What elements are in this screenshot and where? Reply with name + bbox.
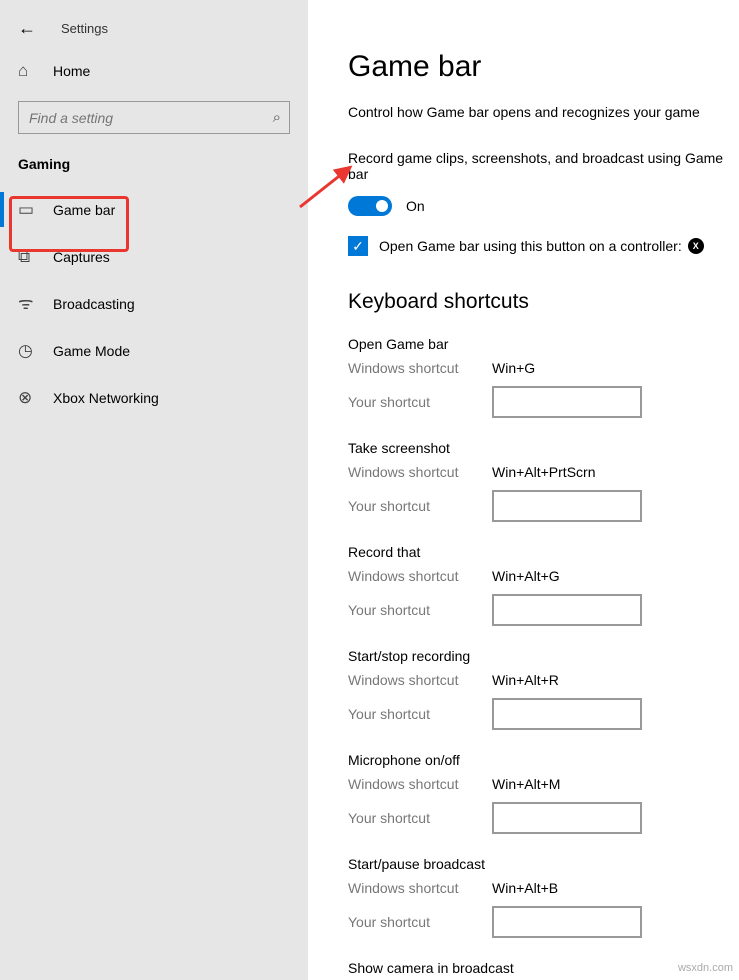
sidebar-item-game-mode[interactable]: ◷ Game Mode xyxy=(0,327,308,374)
xbox-icon: ⊗ xyxy=(18,389,38,406)
sidebar-item-label: Game Mode xyxy=(53,343,130,359)
page-description: Control how Game bar opens and recognize… xyxy=(348,104,739,120)
search-input[interactable] xyxy=(29,110,273,126)
win-shortcut-label: Windows shortcut xyxy=(348,880,492,896)
your-shortcut-line: Your shortcut xyxy=(348,698,739,730)
shortcut-block: Take screenshot Windows shortcutWin+Alt+P… xyxy=(348,440,739,522)
sidebar-item-xbox-networking[interactable]: ⊗ Xbox Networking xyxy=(0,374,308,421)
toggle-state: On xyxy=(406,198,425,214)
win-shortcut-value: Win+G xyxy=(492,360,535,376)
win-shortcut-label: Windows shortcut xyxy=(348,360,492,376)
sidebar-item-label: Xbox Networking xyxy=(53,390,159,406)
record-toggle[interactable] xyxy=(348,196,392,216)
your-shortcut-input[interactable] xyxy=(492,802,642,834)
win-shortcut-value: Win+Alt+R xyxy=(492,672,559,688)
nav-list: ▭ Game bar ⧉ Captures ᯤ Broadcasting ◷ G… xyxy=(0,186,308,421)
shortcut-name: Start/pause broadcast xyxy=(348,856,739,872)
record-toggle-row: On xyxy=(348,196,739,216)
your-shortcut-input[interactable] xyxy=(492,594,642,626)
your-shortcut-label: Your shortcut xyxy=(348,602,492,618)
controller-label: Open Game bar using this button on a con… xyxy=(379,238,682,254)
your-shortcut-input[interactable] xyxy=(492,386,642,418)
your-shortcut-label: Your shortcut xyxy=(348,394,492,410)
shortcuts-list: Open Game barWindows shortcutWin+GYour s… xyxy=(348,336,739,980)
your-shortcut-label: Your shortcut xyxy=(348,810,492,826)
your-shortcut-line: Your shortcut xyxy=(348,802,739,834)
your-shortcut-input[interactable] xyxy=(492,490,642,522)
sidebar-item-game-bar[interactable]: ▭ Game bar xyxy=(0,186,308,233)
topbar: ← Settings xyxy=(0,8,308,48)
shortcut-name: Take screenshot xyxy=(348,440,739,456)
sidebar-item-label: Game bar xyxy=(53,202,115,218)
search-icon: ⌕ xyxy=(273,109,281,126)
sidebar-item-label: Captures xyxy=(53,249,110,265)
win-shortcut-label: Windows shortcut xyxy=(348,672,492,688)
your-shortcut-line: Your shortcut xyxy=(348,490,739,522)
back-icon[interactable]: ← xyxy=(18,18,36,39)
your-shortcut-line: Your shortcut xyxy=(348,594,739,626)
windows-shortcut-line: Windows shortcutWin+Alt+G xyxy=(348,568,739,584)
win-shortcut-value: Win+Alt+PrtScrn xyxy=(492,464,595,480)
search-box[interactable]: ⌕ xyxy=(18,101,290,134)
sidebar-item-captures[interactable]: ⧉ Captures xyxy=(0,233,308,280)
sidebar: ← Settings ⌂ Home ⌕ Gaming ▭ Game bar ⧉ … xyxy=(0,0,308,980)
shortcut-name: Open Game bar xyxy=(348,336,739,352)
windows-shortcut-line: Windows shortcutWin+Alt+R xyxy=(348,672,739,688)
windows-shortcut-line: Windows shortcutWin+G xyxy=(348,360,739,376)
shortcuts-heading: Keyboard shortcuts xyxy=(348,290,739,314)
record-label: Record game clips, screenshots, and broa… xyxy=(348,150,739,182)
gamebar-icon: ▭ xyxy=(18,201,38,218)
broadcast-icon: ᯤ xyxy=(18,295,38,312)
shortcut-block: Open Game bar Windows shortcutWin+G Your s… xyxy=(348,336,739,418)
win-shortcut-label: Windows shortcut xyxy=(348,776,492,792)
win-shortcut-value: Win+Alt+M xyxy=(492,776,560,792)
controller-checkbox[interactable]: ✓ xyxy=(348,236,368,256)
section-heading: Gaming xyxy=(0,156,308,172)
controller-check-row: ✓ Open Game bar using this button on a c… xyxy=(348,236,739,256)
your-shortcut-label: Your shortcut xyxy=(348,498,492,514)
app-title: Settings xyxy=(61,21,108,36)
your-shortcut-line: Your shortcut xyxy=(348,906,739,938)
your-shortcut-label: Your shortcut xyxy=(348,914,492,930)
win-shortcut-label: Windows shortcut xyxy=(348,464,492,480)
captures-icon: ⧉ xyxy=(18,248,38,265)
shortcut-block: Record that Windows shortcutWin+Alt+G Your… xyxy=(348,544,739,626)
shortcut-block: Start/stop recording Windows shortcutWin+… xyxy=(348,648,739,730)
windows-shortcut-line: Windows shortcutWin+Alt+PrtScrn xyxy=(348,464,739,480)
shortcut-block: Microphone on/off Windows shortcutWin+Alt… xyxy=(348,752,739,834)
page-title: Game bar xyxy=(348,50,739,84)
main-pane: Game bar Control how Game bar opens and … xyxy=(308,0,739,980)
nav-home[interactable]: ⌂ Home xyxy=(0,48,308,93)
gamemode-icon: ◷ xyxy=(18,342,38,359)
your-shortcut-input[interactable] xyxy=(492,698,642,730)
shortcut-name: Start/stop recording xyxy=(348,648,739,664)
shortcut-name: Record that xyxy=(348,544,739,560)
home-label: Home xyxy=(53,63,90,79)
win-shortcut-value: Win+Alt+B xyxy=(492,880,558,896)
win-shortcut-value: Win+Alt+G xyxy=(492,568,560,584)
sidebar-item-label: Broadcasting xyxy=(53,296,135,312)
shortcut-name: Microphone on/off xyxy=(348,752,739,768)
home-icon: ⌂ xyxy=(18,62,38,79)
your-shortcut-input[interactable] xyxy=(492,906,642,938)
windows-shortcut-line: Windows shortcutWin+Alt+M xyxy=(348,776,739,792)
watermark: wsxdn.com xyxy=(678,962,733,974)
your-shortcut-line: Your shortcut xyxy=(348,386,739,418)
xbox-logo-icon: X xyxy=(688,238,704,254)
sidebar-item-broadcasting[interactable]: ᯤ Broadcasting xyxy=(0,280,308,327)
your-shortcut-label: Your shortcut xyxy=(348,706,492,722)
shortcut-block: Start/pause broadcast Windows shortcutWin… xyxy=(348,856,739,938)
windows-shortcut-line: Windows shortcutWin+Alt+B xyxy=(348,880,739,896)
win-shortcut-label: Windows shortcut xyxy=(348,568,492,584)
